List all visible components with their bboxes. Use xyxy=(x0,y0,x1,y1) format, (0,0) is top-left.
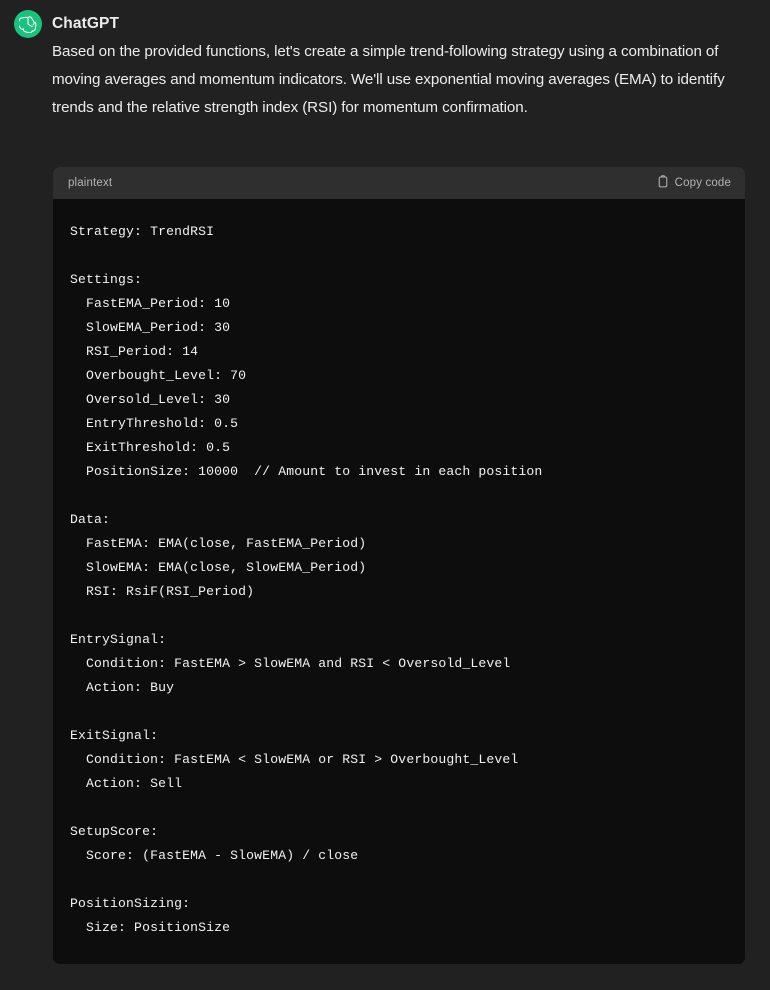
message-header: ChatGPT xyxy=(14,10,119,38)
code-block-header: plaintext Copy code xyxy=(53,167,745,199)
code-block: plaintext Copy code Strategy: TrendRSI S… xyxy=(53,167,745,964)
code-language-label: plaintext xyxy=(68,177,113,189)
code-block-body: Strategy: TrendRSI Settings: FastEMA_Per… xyxy=(53,199,745,964)
message-paragraph: Based on the provided functions, let's c… xyxy=(52,43,725,116)
copy-code-label: Copy code xyxy=(674,177,731,189)
clipboard-icon xyxy=(657,175,669,191)
message-body: Based on the provided functions, let's c… xyxy=(52,38,752,122)
code-content[interactable]: Strategy: TrendRSI Settings: FastEMA_Per… xyxy=(70,220,729,940)
openai-logo-icon xyxy=(19,15,37,33)
copy-code-button[interactable]: Copy code xyxy=(657,175,731,191)
avatar xyxy=(14,10,42,38)
conversation-panel: ChatGPT Based on the provided functions,… xyxy=(0,0,770,990)
author-name: ChatGPT xyxy=(52,15,120,33)
